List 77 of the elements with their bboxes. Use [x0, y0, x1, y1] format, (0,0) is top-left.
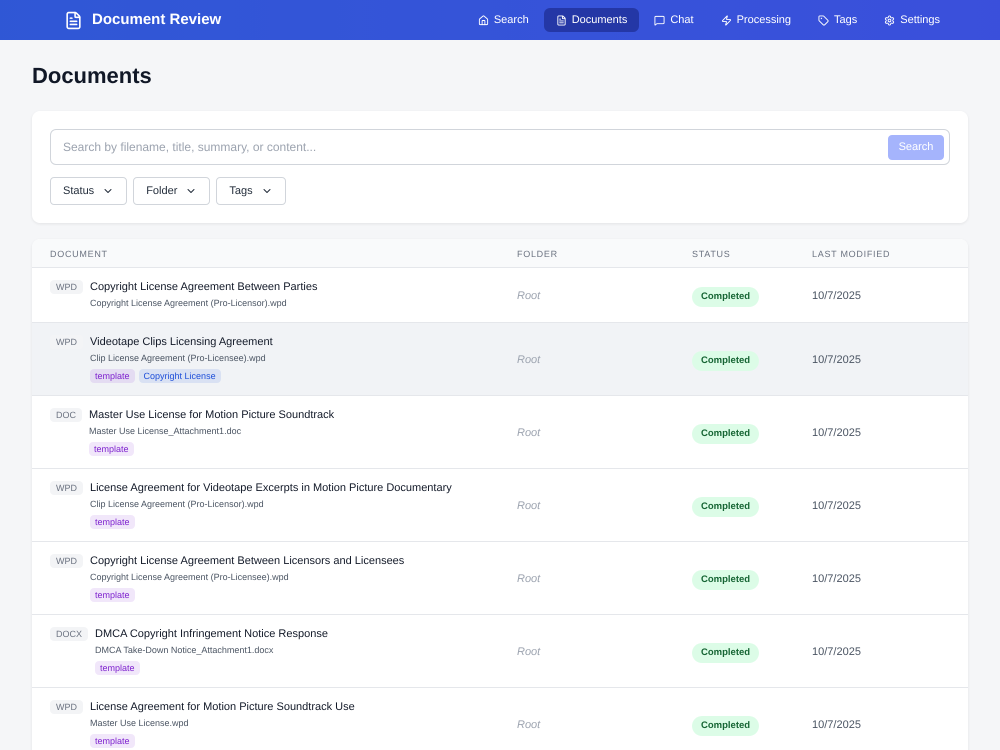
house-icon	[478, 14, 489, 26]
nav-tab[interactable]: Documents	[544, 8, 640, 32]
tag-chip: template	[90, 588, 135, 602]
file-type-label: WPD	[50, 280, 83, 294]
nav-tab[interactable]: Chat	[642, 8, 706, 32]
status-pill: Completed	[692, 716, 760, 736]
file-name: DMCA Take-Down Notice_Attachment1.docx	[95, 644, 274, 657]
chat-bubble-icon	[654, 14, 666, 26]
status-pill: Completed	[692, 643, 760, 664]
tag-chip: template	[89, 442, 134, 456]
folder-name: Root	[517, 290, 540, 302]
table-row[interactable]: WPD Videotape Clips Licensing Agreement Clip License Agreement (Pro-Licensee).wpd template Copyright License Root Completed 10/7/2025	[32, 323, 968, 396]
status-pill: Completed	[692, 287, 760, 308]
modified-date: 10/7/2025	[812, 354, 861, 366]
table-row[interactable]: WPD License Agreement for Motion Picture Soundtrack Use Master Use License.wpd template Root Completed 10/7/2025	[32, 688, 968, 750]
column-header: FOLDER	[517, 249, 558, 259]
filter-dropdown[interactable]: Status	[50, 177, 128, 205]
document-title[interactable]: DMCA Copyright Infringement Notice Response	[95, 627, 328, 641]
modified-date: 10/7/2025	[812, 290, 861, 302]
document-title[interactable]: Master Use License for Motion Picture Soundtrack	[89, 408, 334, 422]
tag-chip: Copyright License	[138, 369, 221, 383]
table-row[interactable]: WPD Copyright License Agreement Between Parties Copyright License Agreement (Pro-Licensor).wpd Root Completed 10/7/2025	[32, 268, 968, 323]
file-type-label: WPD	[50, 554, 83, 568]
modified-date: 10/7/2025	[812, 427, 861, 439]
folder-name: Root	[517, 500, 540, 512]
filter-dropdown[interactable]: Folder	[133, 177, 210, 205]
status-pill: Completed	[692, 424, 760, 444]
folder-name: Root	[517, 719, 540, 731]
tag-chip: template	[95, 661, 140, 675]
file-name: Clip License Agreement (Pro-Licensor).wpd	[90, 498, 265, 511]
table-row[interactable]: DOCX DMCA Copyright Infringement Notice Response DMCA Take-Down Notice_Attachment1.docx template Root Completed 10/7/2025	[32, 615, 968, 688]
folder-name: Root	[517, 646, 540, 658]
status-pill: Completed	[692, 351, 760, 372]
nav-tab[interactable]: Processing	[708, 8, 803, 32]
tag-icon	[818, 14, 829, 26]
file-type-label: DOCX	[50, 627, 88, 641]
status-pill: Completed	[692, 570, 760, 590]
modified-date: 10/7/2025	[812, 500, 861, 512]
tag-chip: template	[90, 369, 135, 383]
file-name: Clip License Agreement (Pro-Licensee).wpd	[90, 352, 267, 365]
column-header: STATUS	[692, 249, 730, 259]
table-row[interactable]: WPD License Agreement for Videotape Excerpts in Motion Picture Documentary Clip License Agreement (Pro-Licensor).wpd template Root Completed 10/7/2025	[32, 469, 968, 542]
table-row[interactable]: DOC Master Use License for Motion Picture Soundtrack Master Use License_Attachment1.doc template Root Completed 10/7/2025	[32, 396, 968, 469]
file-name: Copyright License Agreement (Pro-Licensor).wpd	[90, 297, 288, 310]
nav-tab[interactable]: Search	[466, 8, 541, 32]
app-title: Document Review	[92, 10, 222, 30]
file-name: Master Use License_Attachment1.doc	[89, 425, 242, 438]
column-header: LAST MODIFIED	[812, 249, 890, 259]
modified-date: 10/7/2025	[812, 573, 861, 585]
document-title[interactable]: Videotape Clips Licensing Agreement	[90, 335, 273, 349]
document-icon	[64, 10, 83, 30]
lightning-icon	[720, 14, 732, 26]
document-title[interactable]: License Agreement for Videotape Excerpts in Motion Picture Documentary	[90, 481, 452, 495]
nav-tab[interactable]: Tags	[806, 8, 870, 32]
file-type-label: DOC	[50, 408, 82, 422]
page-title: Documents	[32, 62, 153, 90]
filter-dropdown[interactable]: Tags	[216, 177, 286, 205]
file-type-label: WPD	[50, 700, 83, 714]
document-title[interactable]: License Agreement for Motion Picture Soundtrack Use	[90, 700, 355, 714]
folder-name: Root	[517, 427, 540, 439]
file-name: Master Use License.wpd	[90, 717, 190, 730]
file-name: Copyright License Agreement (Pro-Licensee).wpd	[90, 571, 290, 584]
tag-chip: template	[90, 515, 135, 529]
settings-icon	[884, 14, 896, 26]
folder-name: Root	[517, 573, 540, 585]
document-icon	[556, 14, 567, 26]
file-type-label: WPD	[50, 481, 83, 495]
tag-chip: template	[90, 734, 135, 748]
nav-tab[interactable]: Settings	[872, 8, 952, 32]
folder-name: Root	[517, 354, 540, 366]
column-header: DOCUMENT	[50, 249, 108, 259]
modified-date: 10/7/2025	[812, 646, 861, 658]
document-title[interactable]: Copyright License Agreement Between Licensors and Licensees	[90, 554, 404, 568]
table-row[interactable]: WPD Copyright License Agreement Between Licensors and Licensees Copyright License Agreement (Pro-Licensee).wpd template Root Completed 10/7/2025	[32, 542, 968, 615]
modified-date: 10/7/2025	[812, 719, 861, 731]
document-title[interactable]: Copyright License Agreement Between Parties	[90, 280, 318, 294]
status-pill: Completed	[692, 497, 760, 518]
